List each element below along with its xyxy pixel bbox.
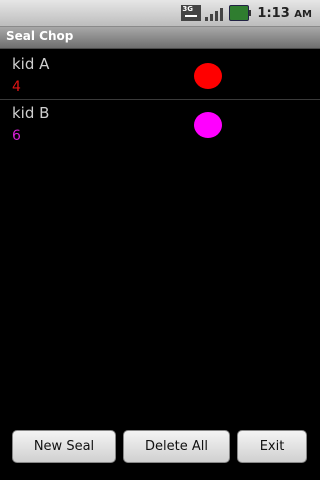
kid-count: 6 (12, 128, 21, 144)
network-type-label: 3G (182, 5, 194, 13)
kid-row[interactable]: kid B 6 (0, 100, 320, 149)
app-title-bar: Seal Chop (0, 27, 320, 49)
3g-signal-icon: 3G (181, 5, 202, 21)
status-bar: 3G 1:13 AM (0, 0, 320, 27)
kid-name: kid A (12, 55, 50, 73)
seal-color-dot (194, 112, 222, 138)
signal-bars-icon (205, 5, 225, 21)
kid-name: kid B (12, 104, 50, 122)
app-title: Seal Chop (6, 29, 74, 43)
seal-color-dot (194, 63, 222, 89)
delete-all-button[interactable]: Delete All (123, 430, 230, 463)
new-seal-button[interactable]: New Seal (12, 430, 116, 463)
status-icons: 3G 1:13 AM (181, 4, 312, 22)
kid-row[interactable]: kid A 4 (0, 51, 320, 100)
battery-icon (229, 5, 252, 21)
clock-time: 1:13 (257, 5, 290, 21)
kid-count: 4 (12, 79, 21, 95)
clock-ampm: AM (294, 8, 312, 20)
exit-button[interactable]: Exit (237, 430, 307, 463)
status-clock: 1:13 AM (257, 6, 312, 21)
